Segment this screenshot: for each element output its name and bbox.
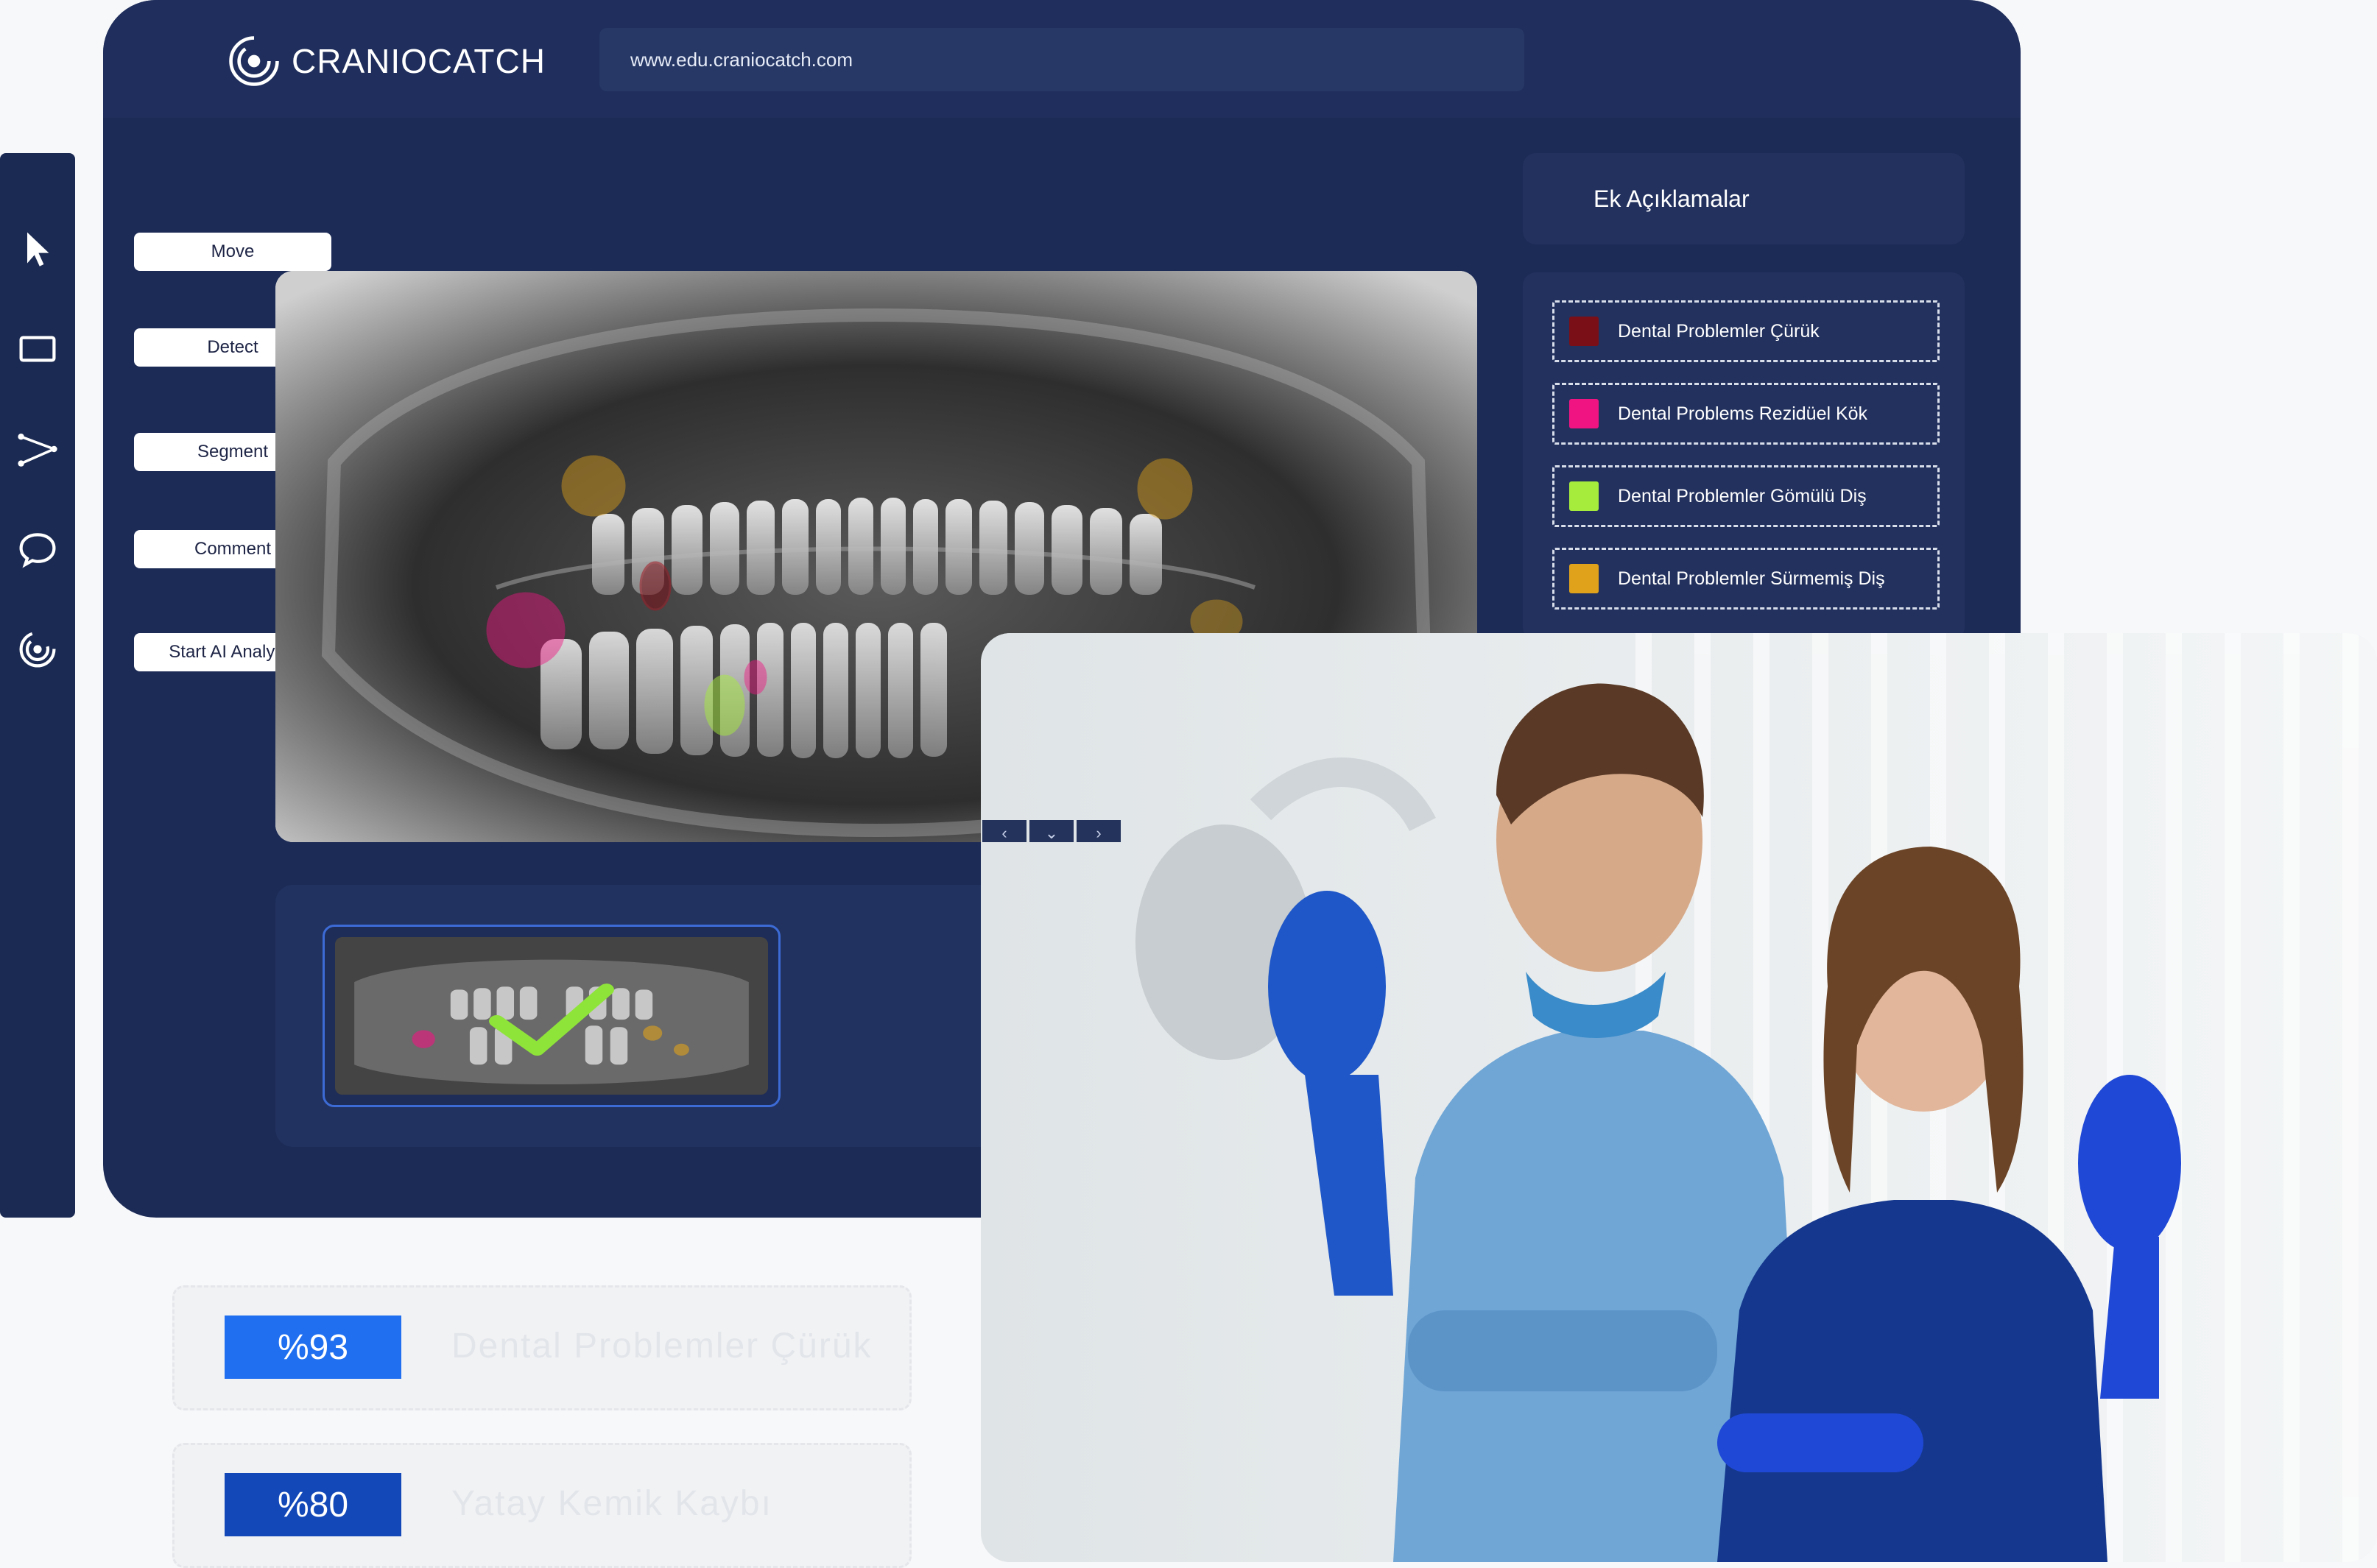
stat-label: Dental Problemler Çürük — [451, 1327, 873, 1366]
ai-logo-icon — [19, 631, 56, 668]
image-nav: ‹ ⌄ › — [982, 820, 1121, 842]
legend-item-label: Dental Problems Rezidüel Kök — [1618, 403, 1868, 424]
polyline-tool[interactable] — [15, 427, 60, 471]
stat-label: Yatay Kemik Kaybı — [451, 1484, 772, 1523]
stage: CRANIOCATCH www.edu.craniocatch.com Move… — [0, 0, 2377, 1568]
legend-item-label: Dental Problemler Gömülü Diş — [1618, 485, 1867, 506]
url-bar[interactable]: www.edu.craniocatch.com — [599, 28, 1524, 91]
dentists-photo — [981, 633, 2377, 1562]
prev-image-button[interactable]: ‹ — [982, 820, 1026, 842]
stat-card: %93 Dental Problemler Çürük — [172, 1285, 912, 1410]
legend-item-surmemis-dis[interactable]: Dental Problemler Sürmemiş Diş — [1552, 548, 1940, 610]
dropdown-image-button[interactable]: ⌄ — [1029, 820, 1074, 842]
legend-item-reziduel-kok[interactable]: Dental Problems Rezidüel Kök — [1552, 383, 1940, 445]
legend-item-label: Dental Problemler Sürmemiş Diş — [1618, 568, 1885, 589]
thumbnail-image — [335, 937, 768, 1095]
legend-item-label: Dental Problemler Çürük — [1618, 320, 1820, 342]
brand-logo[interactable]: CRANIOCATCH — [227, 34, 546, 88]
brand-mark-icon — [229, 36, 279, 86]
move-button[interactable]: Move — [134, 233, 331, 271]
dentists-image — [981, 633, 2377, 1562]
ai-tool[interactable] — [15, 627, 60, 671]
polyline-icon — [18, 434, 58, 467]
legend-swatch — [1569, 317, 1599, 346]
legend-swatch — [1569, 399, 1599, 428]
next-image-button[interactable]: › — [1077, 820, 1121, 842]
legend-item-curuk[interactable]: Dental Problemler Çürük — [1552, 300, 1940, 362]
comment-tool[interactable] — [15, 527, 60, 571]
comment-bubble-icon — [19, 533, 56, 568]
rectangle-tool[interactable] — [15, 327, 60, 371]
legend-title: Ek Açıklamalar — [1523, 153, 1965, 244]
legend-item-gomulu-dis[interactable]: Dental Problemler Gömülü Diş — [1552, 465, 1940, 527]
legend-panel: Dental Problemler Çürük Dental Problems … — [1523, 272, 1965, 640]
tool-rail — [0, 153, 75, 1218]
legend-swatch — [1569, 564, 1599, 593]
brand-name: CRANIOCATCH — [292, 42, 546, 80]
stat-percent: %93 — [225, 1316, 401, 1379]
stat-card: %80 Yatay Kemik Kaybı — [172, 1443, 912, 1568]
stat-percent: %80 — [225, 1473, 401, 1536]
select-tool[interactable] — [15, 227, 60, 271]
cursor-icon — [27, 232, 49, 266]
top-bar: CRANIOCATCH www.edu.craniocatch.com — [103, 0, 2021, 118]
legend-swatch — [1569, 481, 1599, 511]
thumbnail-selected[interactable] — [323, 925, 781, 1107]
rectangle-icon — [19, 336, 56, 362]
